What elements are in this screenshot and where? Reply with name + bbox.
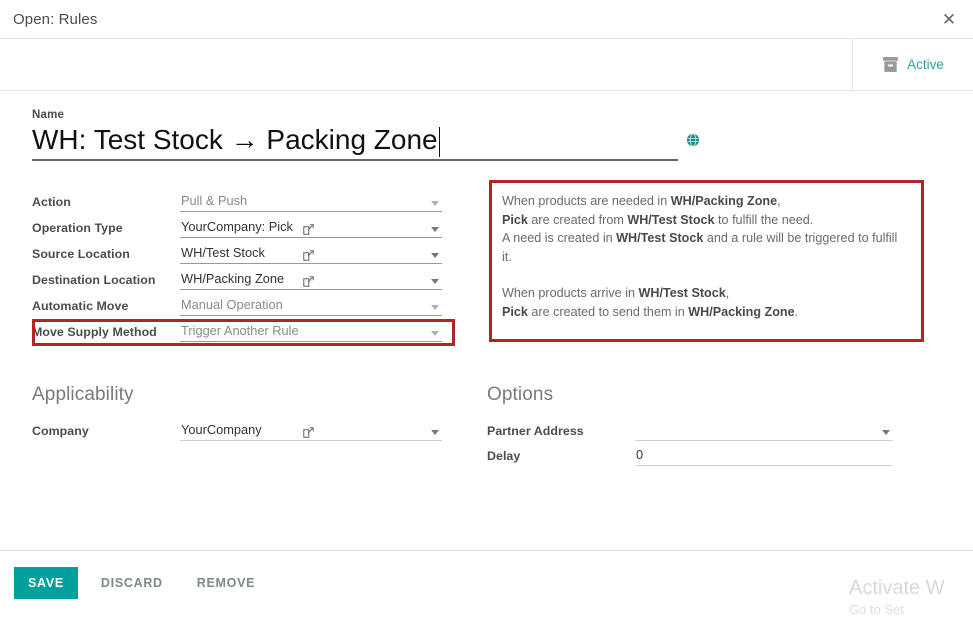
dialog-footer: SAVE DISCARD REMOVE Activate W Go to Set (0, 550, 973, 617)
chevron-down-icon (431, 201, 439, 207)
field-row-destination-location: Destination Location WH/Packing Zone (32, 264, 482, 291)
delay-value: 0 (636, 447, 644, 463)
field-label: Action (32, 195, 71, 210)
chevron-down-icon (882, 430, 890, 436)
discard-button[interactable]: DISCARD (90, 567, 174, 599)
active-label: Active (907, 57, 944, 72)
text-caret (438, 127, 440, 158)
field-label: Move Supply Method (32, 325, 157, 340)
watermark-line-1: Activate W (849, 577, 945, 599)
field-label: Destination Location (32, 273, 156, 288)
field-row-delay: Delay 0 (487, 441, 941, 467)
applicability-section: Applicability Company YourCompany (32, 384, 487, 466)
form-sheet: Name WH: Test Stock → Packing Zone Actio… (0, 91, 973, 467)
company-label: Company (32, 424, 89, 439)
automatic-move-select[interactable]: Manual Operation (180, 295, 442, 317)
save-button[interactable]: SAVE (14, 566, 78, 599)
explanation-line: Pick are created from WH/Test Stock to f… (502, 212, 814, 227)
field-label: Source Location (32, 247, 130, 262)
archive-box-icon (882, 56, 899, 73)
dialog-title: Open: Rules (13, 10, 98, 28)
partner-address-select[interactable] (635, 420, 893, 442)
options-title: Options (487, 384, 554, 406)
external-link-icon[interactable] (302, 275, 315, 288)
name-block: Name WH: Test Stock → Packing Zone (32, 109, 700, 162)
explanation-line: When products arrive in WH/Test Stock, (502, 286, 730, 301)
field-row-action: Action Pull & Push (32, 186, 482, 213)
action-select[interactable]: Pull & Push (180, 191, 442, 213)
field-value: Manual Operation (181, 297, 283, 313)
field-row-automatic-move: Automatic Move Manual Operation (32, 290, 482, 317)
field-value: WH/Packing Zone (181, 271, 285, 287)
field-row-operation-type: Operation Type YourCompany: Pick (32, 212, 482, 239)
field-value: YourCompany: Pick (181, 219, 293, 235)
name-value: WH: Test Stock → Packing Zone (32, 124, 438, 155)
chevron-down-icon (431, 253, 439, 259)
name-label: Name (32, 109, 65, 121)
rule-explanation-panel: When products are needed in WH/Packing Z… (489, 180, 924, 343)
field-row-source-location: Source Location WH/Test Stock (32, 238, 482, 265)
field-row-move-supply-method: Move Supply Method Trigger Another Rule (32, 316, 482, 343)
chevron-down-icon (431, 331, 439, 337)
name-input[interactable]: WH: Test Stock → Packing Zone (32, 123, 700, 162)
active-toggle-button[interactable]: Active (852, 39, 973, 90)
field-value: WH/Test Stock (181, 245, 265, 261)
remove-button[interactable]: REMOVE (186, 567, 266, 599)
field-row-partner-address: Partner Address (487, 416, 941, 442)
form-columns: Action Pull & Push Operation Type YourCo… (32, 180, 941, 347)
chevron-down-icon (431, 430, 439, 436)
company-value: YourCompany (181, 422, 262, 438)
external-link-icon[interactable] (302, 223, 315, 236)
delay-input[interactable]: 0 (635, 445, 893, 467)
external-link-icon[interactable] (302, 249, 315, 262)
field-label: Automatic Move (32, 299, 129, 314)
field-row-company: Company YourCompany (32, 416, 487, 442)
explanation-line: When products are needed in WH/Packing Z… (502, 194, 781, 209)
watermark-line-2: Go to Set (849, 602, 904, 617)
field-value: Trigger Another Rule (181, 323, 299, 339)
field-label: Operation Type (32, 221, 123, 236)
explanation-line: A need is created in WH/Test Stock and a… (502, 231, 898, 264)
dialog-header: Open: Rules ✕ (0, 0, 973, 39)
status-bar: Active (0, 39, 973, 91)
chevron-down-icon (431, 279, 439, 285)
chevron-down-icon (431, 305, 439, 311)
close-icon[interactable]: ✕ (937, 7, 961, 31)
delay-label: Delay (487, 449, 521, 464)
windows-activation-watermark: Activate W Go to Set (849, 576, 967, 618)
external-link-icon[interactable] (302, 426, 315, 439)
explanation-block-1: When products are needed in WH/Packing Z… (502, 192, 909, 266)
applicability-title: Applicability (32, 384, 134, 406)
field-value: Pull & Push (181, 193, 248, 209)
options-section: Options Partner Address Delay 0 (487, 384, 941, 467)
move-supply-method-select[interactable]: Trigger Another Rule (180, 321, 442, 343)
globe-icon[interactable] (686, 133, 700, 147)
explanation-block-2: When products arrive in WH/Test Stock, P… (502, 284, 909, 321)
explanation-line: Pick are created to send them in WH/Pack… (502, 304, 799, 319)
partner-address-label: Partner Address (487, 424, 584, 439)
chevron-down-icon (431, 227, 439, 233)
section-columns: Applicability Company YourCompany Option… (32, 384, 941, 467)
field-column: Action Pull & Push Operation Type YourCo… (32, 186, 482, 347)
